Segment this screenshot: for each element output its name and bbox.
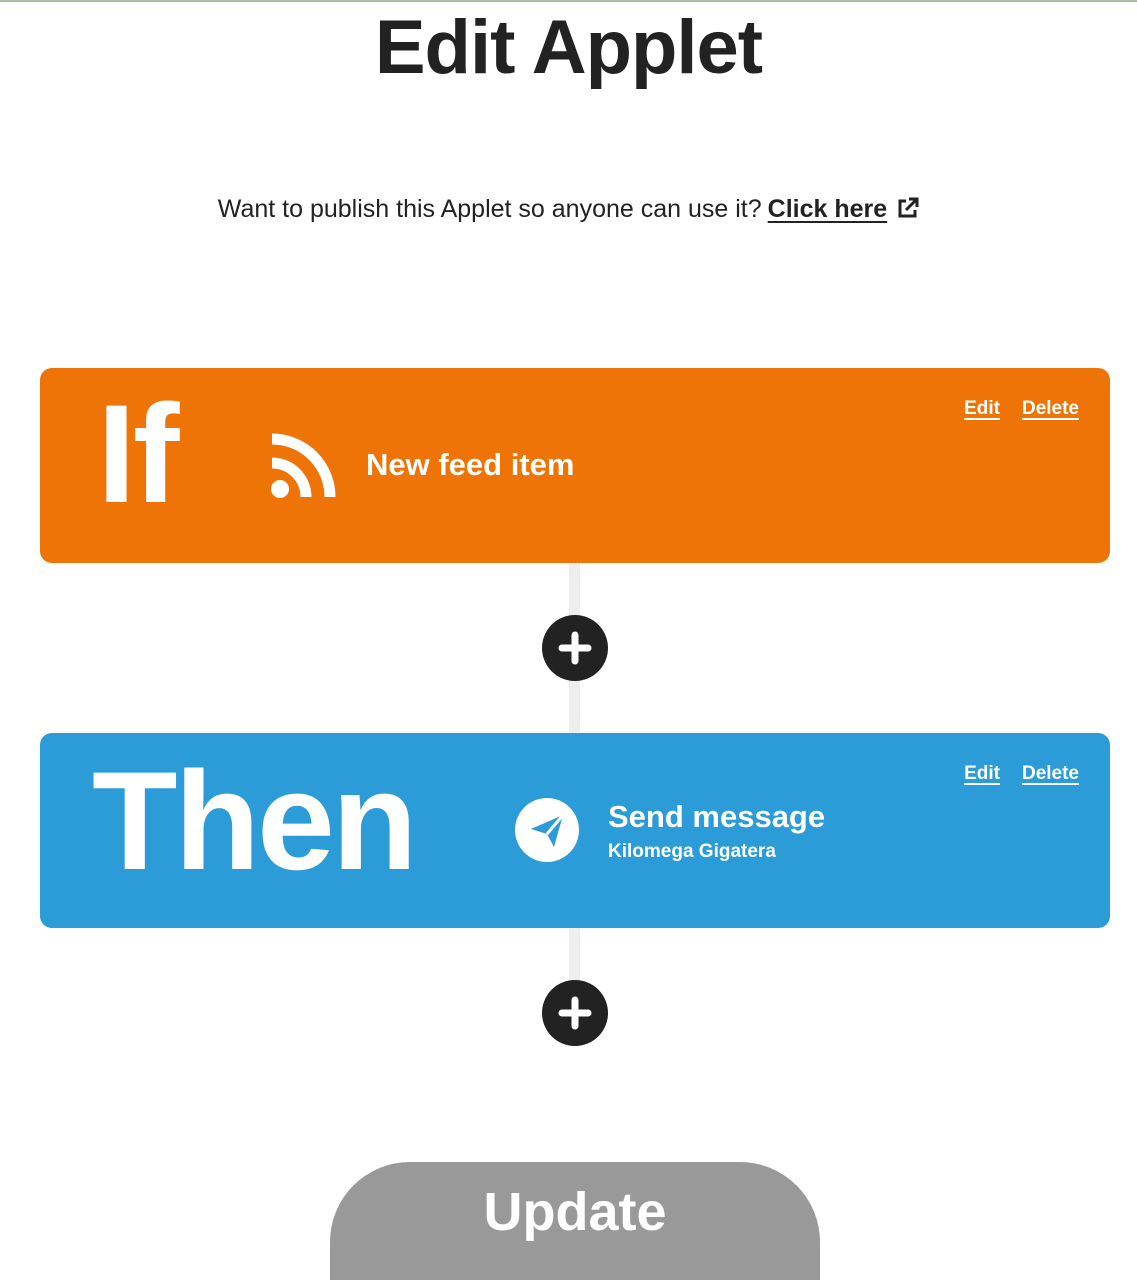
plus-icon [558, 631, 592, 665]
action-card[interactable]: Then Edit Delete Send message Kilomega Gi… [40, 733, 1110, 928]
trigger-actions: Edit Delete [942, 398, 1079, 420]
publish-prompt-text: Want to publish this Applet so anyone ca… [217, 195, 762, 223]
update-button-label[interactable]: Update [330, 1162, 820, 1280]
plus-icon [558, 996, 592, 1030]
action-delete-link[interactable]: Delete [1022, 763, 1079, 784]
trigger-title: New feed item [366, 447, 575, 482]
update-button[interactable]: Update [330, 1162, 820, 1280]
trigger-card[interactable]: If Edit Delete New feed item [40, 368, 1110, 563]
action-title: Send message [608, 799, 826, 834]
action-subtitle: Kilomega Gigatera [608, 841, 776, 862]
external-link-icon[interactable] [897, 197, 919, 219]
add-step-button[interactable] [542, 615, 608, 681]
add-step-button[interactable] [542, 980, 608, 1046]
then-keyword: Then [92, 742, 417, 899]
if-keyword: If [97, 375, 180, 532]
publish-link-label[interactable]: Click here [768, 195, 888, 223]
action-actions: Edit Delete [942, 763, 1079, 785]
page-title: Edit Applet [374, 5, 763, 90]
trigger-edit-link[interactable]: Edit [964, 398, 1000, 419]
action-edit-link[interactable]: Edit [964, 763, 1000, 784]
telegram-icon [515, 798, 579, 862]
trigger-delete-link[interactable]: Delete [1022, 398, 1079, 419]
rss-feed-icon [271, 433, 336, 498]
publish-link[interactable]: Click here [768, 195, 888, 223]
publish-prompt-row: Want to publish this Applet so anyone ca… [0, 192, 1137, 226]
